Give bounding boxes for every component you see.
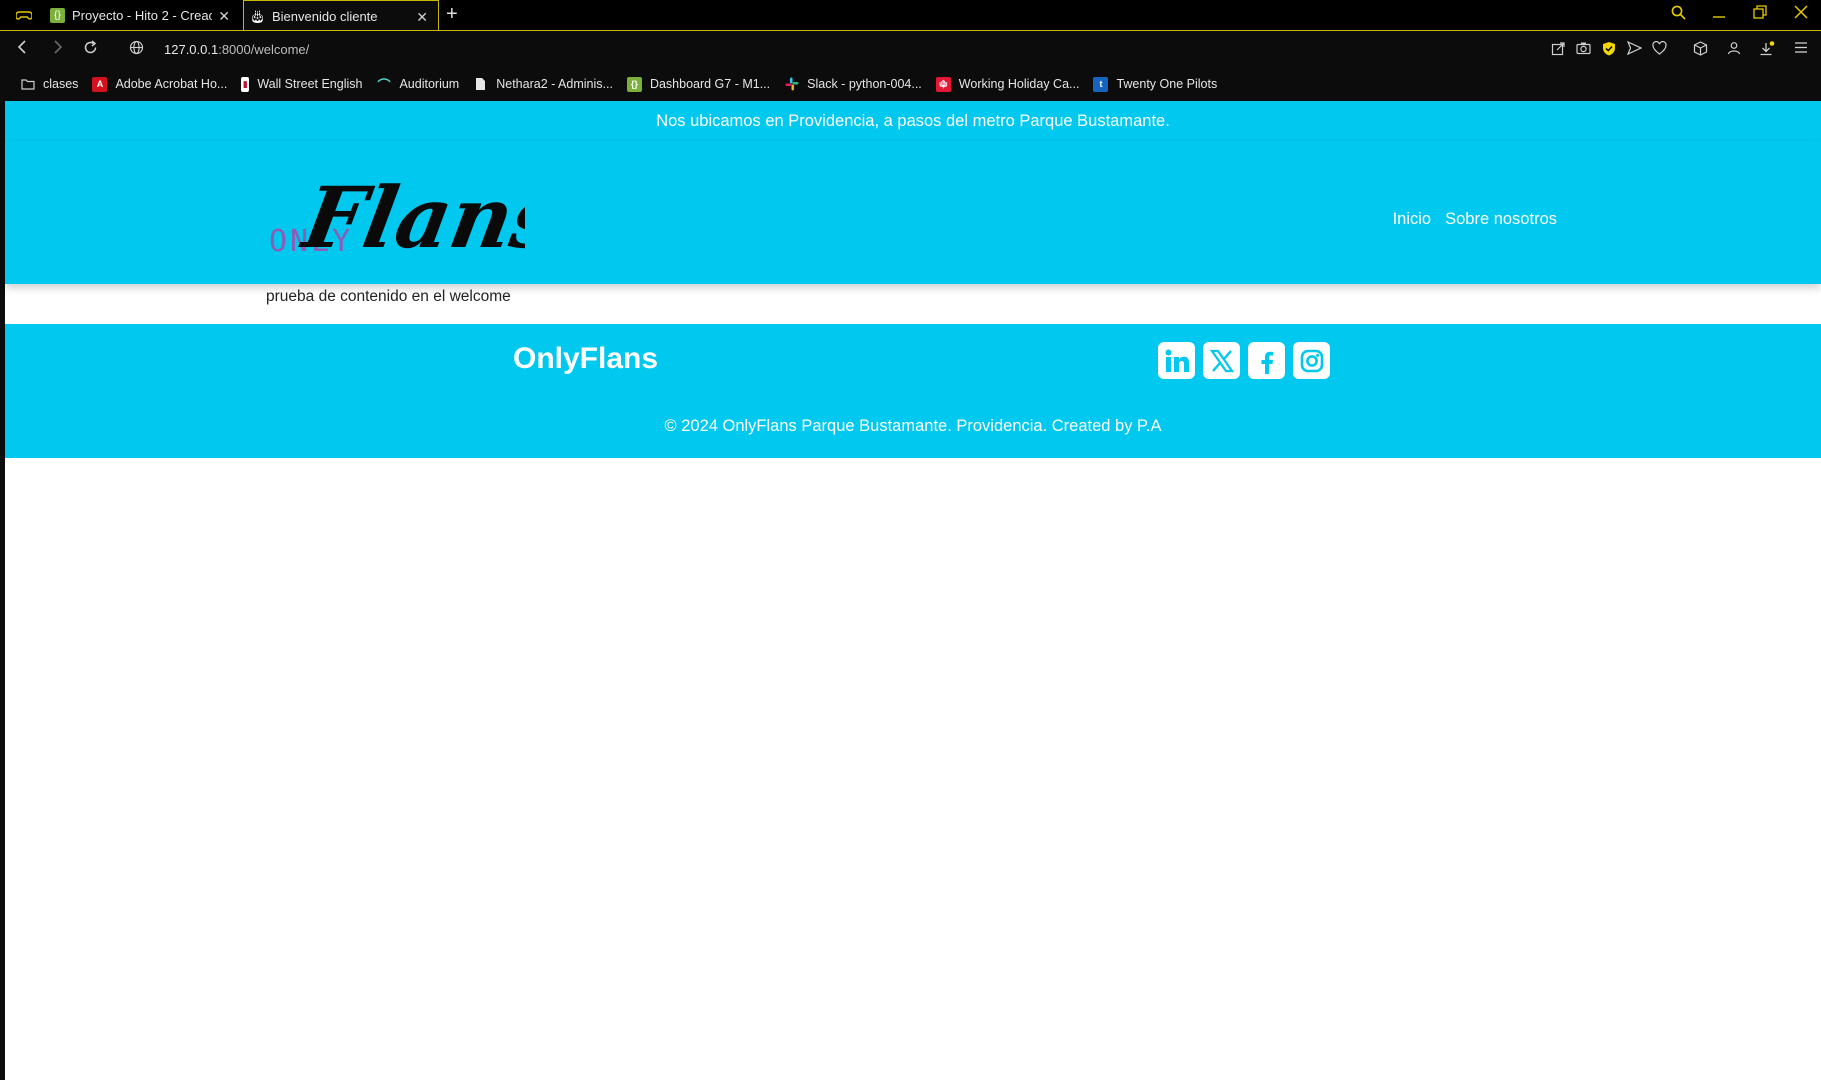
extensions-cube-icon[interactable] bbox=[1693, 41, 1708, 59]
facebook-icon[interactable] bbox=[1248, 342, 1285, 379]
tab-title: Proyecto - Hito 2 - Creació bbox=[72, 8, 212, 23]
tab-proyecto[interactable]: {} Proyecto - Hito 2 - Creació ✕ bbox=[44, 0, 240, 31]
share-icon[interactable] bbox=[1551, 41, 1566, 59]
auditorium-icon: ⌒ bbox=[377, 77, 391, 93]
site-info-globe-icon[interactable] bbox=[129, 40, 144, 60]
site-footer: OnlyFlans © 2024 OnlyFlans Parque Bustam… bbox=[5, 324, 1821, 458]
browser-window: {} Proyecto - Hito 2 - Creació ✕ 🎂︎ Bien… bbox=[0, 0, 1821, 1080]
url-host: 127.0.0.1 bbox=[164, 42, 219, 57]
url-path: :8000/welcome/ bbox=[218, 42, 310, 57]
site-header: ONLY Flans Inicio Sobre nosotros bbox=[5, 141, 1821, 284]
bookmark-label: clases bbox=[43, 77, 79, 91]
nav-link-sobre-nosotros[interactable]: Sobre nosotros bbox=[1445, 210, 1557, 229]
minimize-icon[interactable] bbox=[1712, 5, 1726, 23]
bookmark-label: Nethara2 - Adminis... bbox=[496, 77, 613, 91]
downloads-icon[interactable] bbox=[1759, 41, 1775, 60]
bookmark-auditorium[interactable]: ⌒ Auditorium bbox=[376, 77, 460, 93]
location-banner: Nos ubicamos en Providencia, a pasos del… bbox=[5, 101, 1821, 141]
footer-brand: OnlyFlans bbox=[513, 342, 659, 375]
bookmarks-bar: clases A Adobe Acrobat Ho... ▮ Wall Stre… bbox=[0, 68, 1821, 100]
nav-link-inicio[interactable]: Inicio bbox=[1393, 210, 1432, 229]
new-tab-icon[interactable]: + bbox=[446, 3, 458, 26]
instagram-icon[interactable] bbox=[1293, 342, 1330, 379]
menu-icon[interactable] bbox=[1794, 41, 1808, 57]
bookmark-wall-street-english[interactable]: ▮ Wall Street English bbox=[241, 76, 363, 92]
bookmark-nethara2[interactable]: Nethara2 - Adminis... bbox=[473, 77, 613, 92]
close-tab-icon[interactable]: ✕ bbox=[218, 8, 230, 25]
onlyflans-logo[interactable]: ONLY Flans bbox=[265, 163, 525, 263]
tab-title: Bienvenido cliente bbox=[272, 9, 378, 24]
profile-icon[interactable] bbox=[1727, 41, 1741, 58]
wse-icon: ▮ bbox=[241, 76, 250, 92]
bookmark-label: Twenty One Pilots bbox=[1116, 77, 1218, 91]
send-icon[interactable] bbox=[1626, 40, 1643, 58]
social-links bbox=[1158, 342, 1330, 379]
slack-icon bbox=[784, 77, 799, 92]
close-tab-icon[interactable]: ✕ bbox=[416, 9, 428, 26]
bookmark-label: Auditorium bbox=[399, 77, 460, 91]
bookmark-label: Slack - python-004... bbox=[807, 77, 922, 91]
back-icon[interactable] bbox=[17, 40, 29, 59]
adblock-shield-icon[interactable] bbox=[1602, 41, 1616, 59]
bookmark-working-holiday[interactable]: 🍁︎ Working Holiday Ca... bbox=[935, 76, 1080, 92]
bookmark-label: Adobe Acrobat Ho... bbox=[115, 77, 228, 91]
address-toolbar: 127.0.0.1:8000/welcome/ bbox=[0, 31, 1821, 68]
copyright-text: © 2024 OnlyFlans Parque Bustamante. Prov… bbox=[664, 417, 1162, 435]
tab-strip: {} Proyecto - Hito 2 - Creació ✕ 🎂︎ Bien… bbox=[0, 0, 1821, 32]
welcome-content-text: prueba de contenido en el welcome bbox=[266, 288, 511, 305]
camera-icon[interactable] bbox=[1576, 41, 1591, 58]
green-curly-icon: {} bbox=[626, 76, 642, 92]
reload-icon[interactable] bbox=[83, 40, 98, 60]
x-icon[interactable] bbox=[1203, 342, 1240, 379]
web-page: Nos ubicamos en Providencia, a pasos del… bbox=[5, 101, 1821, 1080]
tab-bienvenido[interactable]: 🎂︎ Bienvenido cliente ✕ bbox=[243, 0, 439, 32]
cake-icon: 🎂︎ bbox=[249, 8, 266, 24]
gaming-controller-icon[interactable] bbox=[16, 8, 32, 22]
page-icon bbox=[473, 77, 488, 92]
logo-flans-text: Flans bbox=[295, 169, 525, 263]
tumblr-icon: t bbox=[1093, 76, 1109, 92]
heart-icon[interactable] bbox=[1652, 40, 1667, 58]
forward-icon[interactable] bbox=[51, 40, 63, 59]
linkedin-icon[interactable] bbox=[1158, 342, 1195, 379]
flag-icon: 🍁︎ bbox=[935, 76, 951, 92]
location-banner-text: Nos ubicamos en Providencia, a pasos del… bbox=[656, 112, 1170, 130]
bookmark-dashboard-g7[interactable]: {} Dashboard G7 - M1... bbox=[626, 76, 771, 92]
close-window-icon[interactable] bbox=[1794, 5, 1808, 23]
bookmark-label: Working Holiday Ca... bbox=[958, 77, 1080, 91]
bookmark-slack[interactable]: Slack - python-004... bbox=[784, 77, 922, 92]
main-nav: Inicio Sobre nosotros bbox=[1393, 210, 1557, 229]
bookmark-clases[interactable]: clases bbox=[20, 77, 78, 92]
bookmark-label: Wall Street English bbox=[257, 77, 363, 91]
restore-icon[interactable] bbox=[1753, 5, 1767, 23]
bookmark-adobe-acrobat[interactable]: A Adobe Acrobat Ho... bbox=[92, 76, 228, 92]
bookmark-twenty-one-pilots[interactable]: t Twenty One Pilots bbox=[1093, 76, 1218, 92]
green-curly-icon: {} bbox=[50, 8, 65, 23]
folder-icon bbox=[20, 77, 35, 92]
bookmark-label: Dashboard G7 - M1... bbox=[649, 77, 771, 91]
url-field[interactable]: 127.0.0.1:8000/welcome/ bbox=[164, 42, 309, 57]
acrobat-icon: A bbox=[92, 76, 108, 92]
search-icon[interactable] bbox=[1671, 5, 1686, 24]
